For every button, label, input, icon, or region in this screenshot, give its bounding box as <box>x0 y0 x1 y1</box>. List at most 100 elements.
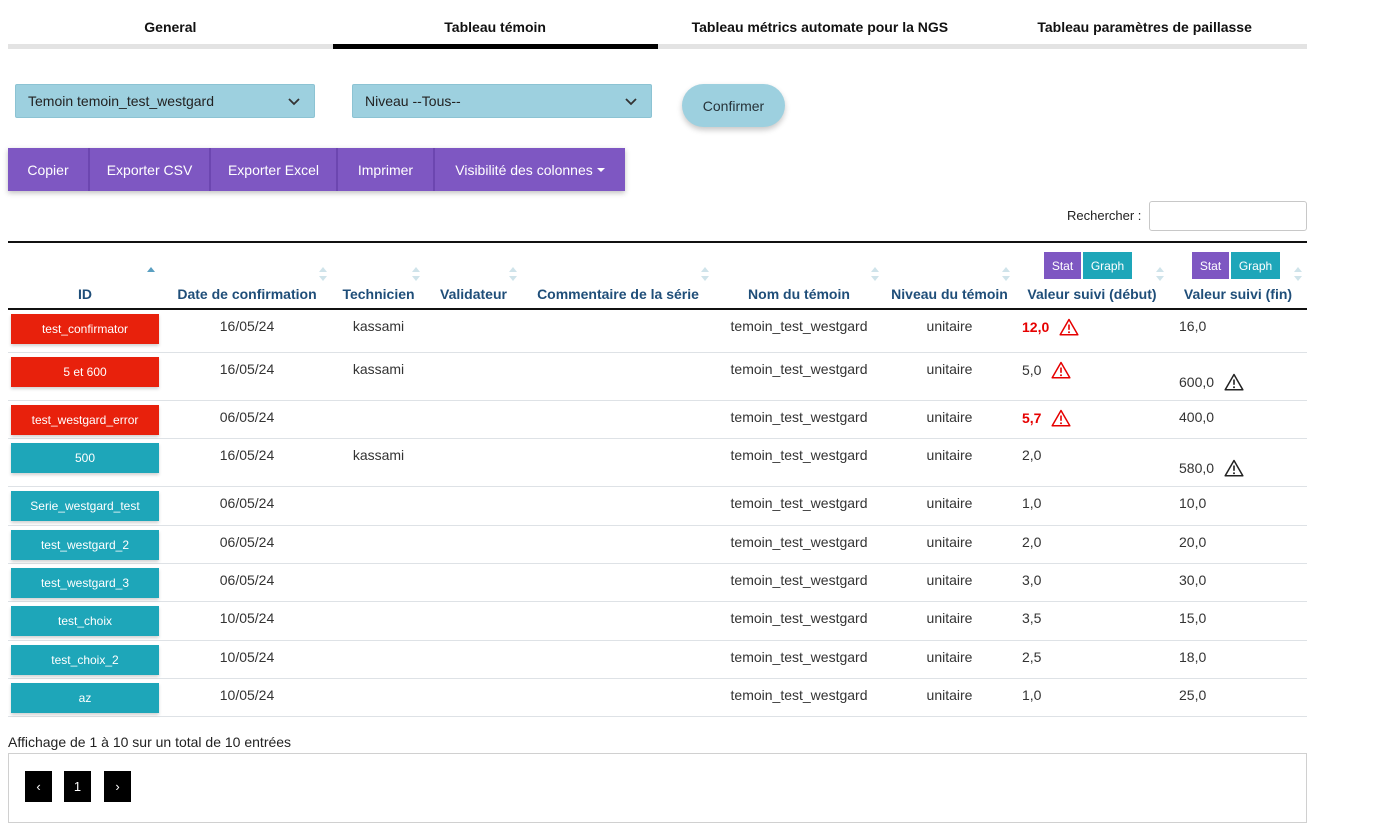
col-header-validateur[interactable]: Validateur <box>425 243 522 310</box>
table-row: test_westgard_3 06/05/24 temoin_test_westg… <box>8 563 1307 602</box>
col-header-valeur-debut[interactable]: Stat Graph Valeur suivi (début) <box>1015 243 1169 310</box>
nom-temoin-text: temoin_test_westgard <box>730 408 868 425</box>
valeur-fin: 16,0 <box>1169 310 1307 334</box>
valeur-debut-text: 2,0 <box>1022 533 1042 550</box>
graph-fin-button[interactable]: Graph <box>1231 252 1280 279</box>
tab-general[interactable]: General <box>8 0 333 49</box>
series-id-button[interactable]: az <box>11 682 159 713</box>
cell-date: 16/05/24 <box>162 309 332 353</box>
cell-niveau-temoin: unitaire <box>884 640 1015 679</box>
date-text: 06/05/24 <box>219 571 275 588</box>
cell-technicien <box>332 678 425 717</box>
cell-date: 06/05/24 <box>162 563 332 602</box>
tab-tableau-metrics[interactable]: Tableau métrics automate pour la NGS <box>657 0 983 49</box>
series-id-button[interactable]: test_choix <box>11 605 159 636</box>
valeur-debut: 12,0 <box>1015 310 1169 336</box>
sort-arrows-icon <box>1155 267 1164 281</box>
cell-technicien <box>332 601 425 641</box>
valeur-fin: 400,0 <box>1169 401 1307 425</box>
cell-valeur-debut: 5,7 <box>1015 400 1169 439</box>
pagination-next-button[interactable]: › <box>104 771 131 802</box>
table-row: 5 et 600 16/05/24 kassami temoin_test_westg… <box>8 352 1307 401</box>
valeur-debut: 2,0 <box>1015 439 1169 463</box>
cell-id: test_choix <box>8 601 162 641</box>
copy-button[interactable]: Copier <box>8 148 90 191</box>
commentaire-text <box>522 641 714 649</box>
valeur-fin-text: 25,0 <box>1179 686 1207 703</box>
valeur-debut-text: 3,0 <box>1022 571 1042 588</box>
valeur-fin-text: 30,0 <box>1179 571 1207 588</box>
col-header-niveau-temoin[interactable]: Niveau du témoin <box>884 243 1015 310</box>
print-button[interactable]: Imprimer <box>338 148 435 191</box>
valeur-fin: 10,0 <box>1169 487 1307 511</box>
cell-valeur-fin: 15,0 <box>1169 601 1307 641</box>
niveau-temoin-text: unitaire <box>926 571 973 588</box>
sort-arrows-icon <box>870 267 879 281</box>
temoin-table: ID Date de confirmation Technicien Valid… <box>8 243 1307 717</box>
warning-triangle-icon <box>1224 373 1244 391</box>
series-id-button[interactable]: test_confirmator <box>11 314 159 344</box>
validateur-text <box>425 679 522 687</box>
col-header-date[interactable]: Date de confirmation <box>162 243 332 310</box>
col-header-id[interactable]: ID <box>8 243 162 310</box>
cell-niveau-temoin: unitaire <box>884 486 1015 526</box>
technicien-text <box>332 679 425 687</box>
pagination-prev-button[interactable]: ‹ <box>25 771 52 802</box>
series-id-button[interactable]: test_westgard_error <box>11 404 159 435</box>
cell-niveau-temoin: unitaire <box>884 309 1015 353</box>
series-id-button[interactable]: Serie_westgard_test <box>11 490 159 521</box>
tab-tableau-temoin[interactable]: Tableau témoin <box>332 0 658 49</box>
cell-technicien <box>332 525 425 564</box>
col-header-commentaire[interactable]: Commentaire de la série <box>522 243 714 310</box>
series-id-button[interactable]: test_westgard_2 <box>11 529 159 560</box>
stat-fin-button[interactable]: Stat <box>1192 252 1229 279</box>
cell-id: test_confirmator <box>8 309 162 353</box>
series-id-button[interactable]: 500 <box>11 442 159 473</box>
tab-tableau-parametres[interactable]: Tableau paramètres de paillasse <box>982 0 1307 49</box>
search-label: Rechercher : <box>1067 208 1142 223</box>
chevron-down-icon <box>625 98 637 106</box>
nom-temoin-text: temoin_test_westgard <box>730 533 868 550</box>
column-visibility-button[interactable]: Visibilité des colonnes <box>435 148 625 191</box>
temoin-select[interactable]: Temoin temoin_test_westgard <box>15 84 315 118</box>
cell-validateur <box>425 563 522 602</box>
table-header-row: ID Date de confirmation Technicien Valid… <box>8 243 1307 310</box>
valeur-fin-text: 15,0 <box>1179 609 1207 626</box>
series-id-button[interactable]: test_choix_2 <box>11 644 159 675</box>
validateur-text <box>425 401 522 409</box>
cell-nom-temoin: temoin_test_westgard <box>714 352 884 401</box>
valeur-fin-text: 600,0 <box>1179 373 1215 390</box>
cell-commentaire <box>522 438 714 487</box>
niveau-temoin-text: unitaire <box>926 686 973 703</box>
commentaire-text <box>522 401 714 409</box>
export-csv-button[interactable]: Exporter CSV <box>90 148 211 191</box>
table-row: Serie_westgard_test 06/05/24 temoin_test_w… <box>8 486 1307 526</box>
stat-debut-button[interactable]: Stat <box>1044 252 1081 279</box>
sort-arrows-icon <box>700 267 709 281</box>
pagination-page-1[interactable]: 1 <box>64 771 91 802</box>
col-header-technicien[interactable]: Technicien <box>332 243 425 310</box>
series-id-button[interactable]: test_westgard_3 <box>11 567 159 598</box>
search-input[interactable] <box>1149 201 1307 231</box>
nom-temoin-text: temoin_test_westgard <box>730 648 868 665</box>
date-text: 10/05/24 <box>219 648 275 665</box>
cell-commentaire <box>522 486 714 526</box>
cell-technicien: kassami <box>332 309 425 353</box>
cell-valeur-fin: 18,0 <box>1169 640 1307 679</box>
warning-triangle-icon <box>1224 459 1244 477</box>
technicien-text <box>332 602 425 610</box>
niveau-select[interactable]: Niveau --Tous-- <box>352 84 652 118</box>
graph-debut-button[interactable]: Graph <box>1083 252 1132 279</box>
cell-technicien <box>332 400 425 439</box>
cell-id: test_westgard_3 <box>8 563 162 602</box>
col-header-nom-temoin[interactable]: Nom du témoin <box>714 243 884 310</box>
export-excel-button[interactable]: Exporter Excel <box>211 148 338 191</box>
confirm-button[interactable]: Confirmer <box>682 84 785 127</box>
col-header-valeur-fin[interactable]: Stat Graph Valeur suivi (fin) <box>1169 243 1307 310</box>
cell-id: test_choix_2 <box>8 640 162 679</box>
valeur-fin-text: 10,0 <box>1179 494 1207 511</box>
niveau-temoin-text: unitaire <box>926 494 973 511</box>
valeur-fin-text: 18,0 <box>1179 648 1207 665</box>
series-id-button[interactable]: 5 et 600 <box>11 356 159 387</box>
cell-valeur-fin: 20,0 <box>1169 525 1307 564</box>
